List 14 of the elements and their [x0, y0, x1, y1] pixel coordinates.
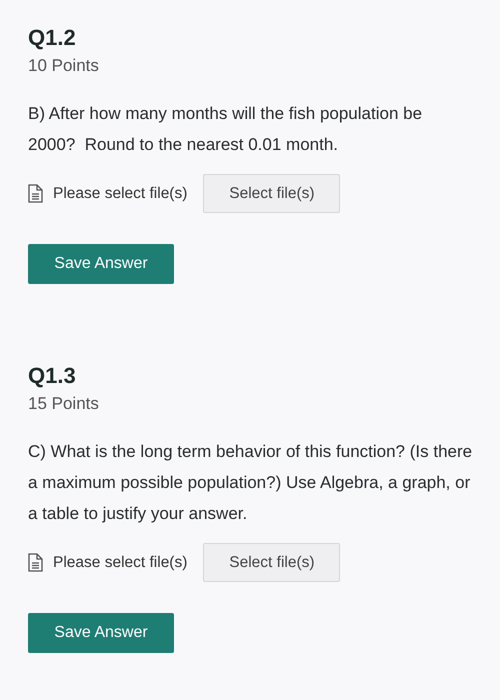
file-status: Please select file(s)	[53, 184, 188, 202]
document-icon	[28, 184, 43, 203]
save-answer-button[interactable]: Save Answer	[28, 244, 174, 284]
question-title: Q1.3	[28, 362, 77, 390]
select-files-button[interactable]: Select file(s)	[203, 543, 340, 582]
question-prompt: B) After how many months will the fish population be 2000? Round to the nearest 0.01 month.	[28, 103, 424, 156]
points-label: 15 Points	[28, 393, 100, 415]
file-status: Please select file(s)	[53, 554, 188, 572]
question-prompt: C) What is the long term behavior of this function? (Is there a maximum possible population?) Use Algebra, a graph, or a table to justify your answer.	[28, 441, 473, 525]
document-icon	[28, 553, 43, 572]
save-answer-button[interactable]: Save Answer	[28, 613, 174, 653]
select-files-button[interactable]: Select file(s)	[203, 174, 340, 213]
points-label: 10 Points	[28, 55, 100, 77]
question-title: Q1.2	[28, 24, 77, 52]
